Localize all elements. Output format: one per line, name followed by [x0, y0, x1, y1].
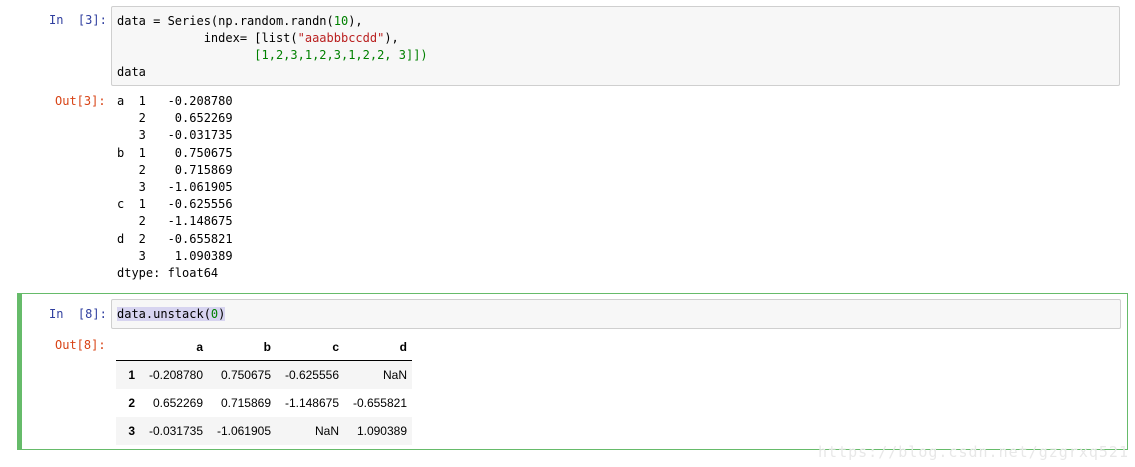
table-row: 3 -0.031735 -1.061905 NaN 1.090389 [116, 417, 412, 445]
code-input-area[interactable]: data.unstack(0) [111, 299, 1121, 329]
series-output: a 1 -0.208780 2 0.652269 3 -0.031735 b 1… [117, 94, 233, 281]
table-cell: -0.655821 [352, 396, 407, 410]
table-row: 2 0.652269 0.715869 -1.148675 -0.655821 [116, 389, 412, 417]
input-prompt: In [3]: [49, 13, 107, 27]
table-cell: NaN [314, 424, 339, 438]
table-cell: -0.031735 [148, 424, 203, 438]
code-line-2: index= [list("aaabbbccdd"), [117, 31, 399, 45]
notebook-cell-3[interactable]: In [3]: data = Series(np.random.randn(10… [17, 0, 1128, 285]
code-line-1: data.unstack(0) [117, 307, 226, 321]
table-row: 1 -0.208780 0.750675 -0.625556 NaN [116, 360, 412, 389]
notebook-cell-8[interactable]: In [8]: data.unstack(0) Out[8]: a b c d … [17, 293, 1128, 450]
table-cell: -1.061905 [216, 424, 271, 438]
row-index: 2 [128, 396, 135, 410]
column-header-c: c [276, 334, 344, 361]
code-line-1: data = Series(np.random.randn(10), [117, 14, 363, 28]
code-line-4: data [117, 65, 146, 79]
dataframe-output: a b c d 1 -0.208780 0.750675 -0.625556 N… [116, 334, 412, 445]
code-editor[interactable]: data.unstack(0) [117, 306, 226, 323]
code-line-3: [1,2,3,1,2,3,1,2,2, 3]]) [117, 48, 428, 62]
table-cell: 0.652269 [152, 396, 203, 410]
column-header-b: b [208, 334, 276, 361]
table-cell: 0.715869 [220, 396, 271, 410]
column-header-index [116, 334, 140, 361]
table-cell: -0.625556 [284, 368, 339, 382]
table-cell: -0.208780 [148, 368, 203, 382]
output-prompt: Out[3]: [55, 94, 106, 108]
input-prompt: In [8]: [49, 307, 107, 321]
code-input-area[interactable]: data = Series(np.random.randn(10), index… [111, 6, 1120, 86]
code-editor[interactable]: data = Series(np.random.randn(10), index… [117, 13, 428, 81]
table-cell: -1.148675 [284, 396, 339, 410]
output-prompt: Out[8]: [55, 338, 106, 352]
table-cell: 1.090389 [356, 424, 407, 438]
table-cell: 0.750675 [220, 368, 271, 382]
watermark-text: https://blog.csdn.net/gzgrxq521 [818, 443, 1129, 461]
row-index: 3 [128, 424, 135, 438]
row-index: 1 [128, 368, 135, 382]
column-header-a: a [140, 334, 208, 361]
column-header-d: d [344, 334, 412, 361]
table-cell: NaN [382, 368, 407, 382]
table-header-row: a b c d [116, 334, 412, 361]
